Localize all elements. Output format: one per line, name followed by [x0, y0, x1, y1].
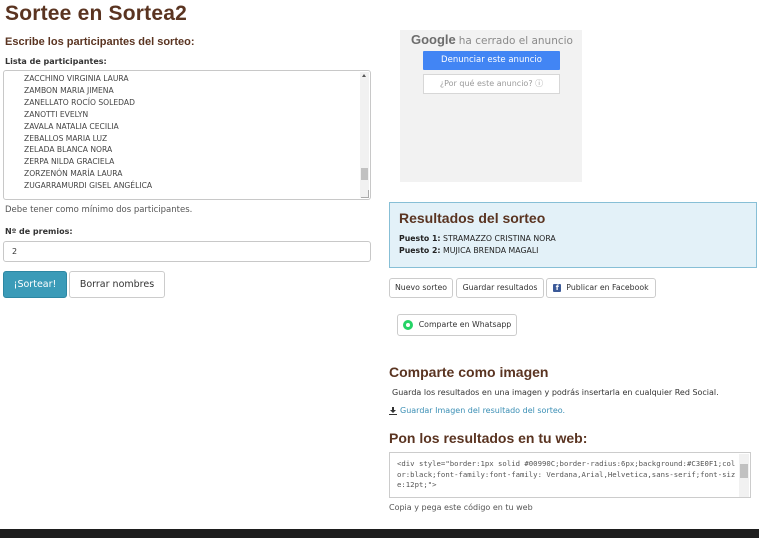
- result-position: Puesto 1:: [399, 234, 441, 243]
- participant-line: ZACCHINO VIRGINIA LAURA: [24, 74, 129, 83]
- google-logo: Google: [411, 32, 456, 47]
- prizes-input[interactable]: 2: [3, 241, 371, 262]
- participant-line: ZANELLATO ROCÍO SOLEDAD: [24, 97, 135, 107]
- results-panel: Resultados del sorteo Puesto 1: STRAMAZZ…: [389, 202, 757, 268]
- clear-names-button[interactable]: Borrar nombres: [69, 271, 165, 298]
- download-icon: [389, 406, 397, 415]
- textarea-scrollbar[interactable]: [360, 72, 369, 198]
- results-title: Resultados del sorteo: [399, 210, 546, 226]
- ad-container: Google ha cerrado el anuncio Denunciar es…: [400, 30, 582, 182]
- code-scroll-thumb[interactable]: [740, 464, 748, 478]
- save-image-link-label: Guardar Imagen del resultado del sorteo.: [400, 406, 566, 415]
- result-item: Puesto 1: STRAMAZZO CRISTINA NORA: [399, 234, 556, 243]
- section-title: Escribe los participantes del sorteo:: [5, 36, 195, 48]
- participant-line: ZERPA NILDA GRACIELA: [24, 157, 115, 167]
- share-image-description: Guarda los resultados en una imagen y po…: [392, 388, 719, 397]
- participants-textarea[interactable]: ZACCHINO VIRGINIA LAURA ZAMBON MARIA JIME…: [3, 70, 371, 200]
- result-name: MUJICA BRENDA MAGALI: [443, 246, 539, 255]
- scroll-thumb[interactable]: [361, 168, 368, 180]
- whatsapp-share-label: Comparte en Whatsapp: [418, 320, 512, 329]
- participant-line: ZANOTTI EVELYN: [24, 109, 89, 119]
- result-item: Puesto 2: MUJICA BRENDA MAGALI: [399, 246, 538, 255]
- footer-bar: [0, 529, 759, 538]
- participant-line: ZAMBON MARIA JIMENA: [24, 85, 114, 95]
- participant-line: ZUGARRAMURDI GISEL ANGÉLICA: [24, 181, 153, 191]
- participant-line: ZEBALLOS MARIA LUZ: [24, 133, 108, 143]
- participant-line: ZORZENÓN MARÍA LAURA: [24, 169, 123, 179]
- participant-line: ZAVALA NATALIA CECILIA: [24, 121, 119, 131]
- facebook-share-button[interactable]: f Publicar en Facebook: [546, 278, 656, 298]
- whatsapp-share-button[interactable]: Comparte en Whatsapp: [397, 314, 517, 336]
- participants-label: Lista de participantes:: [5, 57, 107, 66]
- save-image-link[interactable]: Guardar Imagen del resultado del sorteo.: [389, 406, 565, 415]
- scroll-up-icon[interactable]: [362, 74, 366, 77]
- min-participants-help: Debe tener como mínimo dos participantes…: [5, 205, 193, 215]
- code-scrollbar[interactable]: [739, 454, 749, 497]
- page-title: Sortee en Sortea2: [5, 2, 187, 25]
- result-position: Puesto 2:: [399, 246, 441, 255]
- report-ad-button[interactable]: Denunciar este anuncio: [423, 51, 560, 70]
- ad-closed-text: ha cerrado el anuncio: [458, 35, 573, 47]
- embed-title: Pon los resultados en tu web:: [389, 430, 588, 446]
- new-draw-button[interactable]: Nuevo sorteo: [389, 278, 453, 298]
- embed-code: <div style="border:1px solid #00990C;bor…: [397, 459, 736, 490]
- prizes-label: Nº de premios:: [5, 227, 73, 236]
- result-name: STRAMAZZO CRISTINA NORA: [443, 234, 556, 243]
- save-results-button[interactable]: Guardar resultados: [456, 278, 544, 298]
- facebook-icon: f: [553, 284, 562, 292]
- whatsapp-icon: [402, 320, 413, 330]
- embed-code-textarea[interactable]: <div style="border:1px solid #00990C;bor…: [389, 452, 751, 498]
- why-this-ad-button[interactable]: ¿Por qué este anuncio? ⓘ: [423, 74, 560, 94]
- participant-line: ZELADA BLANCA NORA: [24, 145, 113, 155]
- draw-button[interactable]: ¡Sortear!: [3, 271, 67, 298]
- facebook-share-label: Publicar en Facebook: [566, 283, 649, 292]
- ad-header: Google ha cerrado el anuncio: [411, 32, 573, 47]
- participants-list: ZACCHINO VIRGINIA LAURA ZAMBON MARIA JIME…: [24, 73, 152, 192]
- embed-help: Copia y pega este código en tu web: [389, 503, 533, 512]
- resize-handle-icon[interactable]: [361, 190, 369, 198]
- share-image-title: Comparte como imagen: [389, 364, 549, 380]
